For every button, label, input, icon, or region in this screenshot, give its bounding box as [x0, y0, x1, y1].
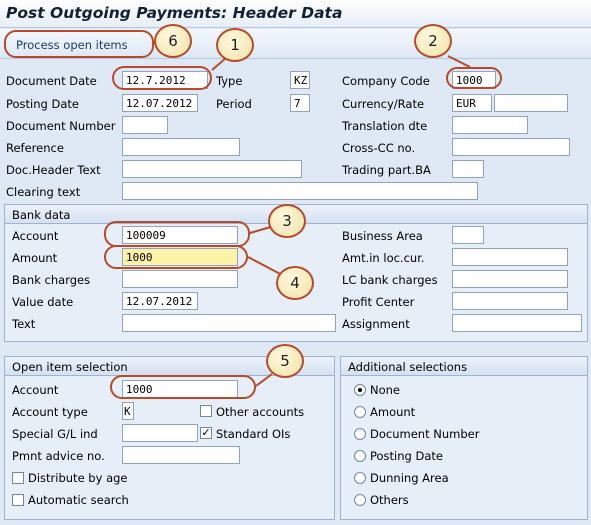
title-bar: Post Outgoing Payments: Header Data — [0, 0, 591, 28]
amt-local-label: Amt.in loc.cur. — [342, 251, 425, 265]
cross-cc-field[interactable] — [452, 138, 570, 156]
account-type-label: Account type — [12, 405, 88, 419]
callout-4: 4 — [276, 266, 314, 300]
trading-part-field[interactable] — [452, 160, 484, 178]
annotation-ring-open-item-account — [110, 375, 256, 399]
period-field[interactable]: 7 — [290, 94, 310, 112]
business-area-label: Business Area — [342, 229, 423, 243]
doc-header-text-label: Doc.Header Text — [6, 163, 101, 177]
callout-5: 5 — [266, 344, 304, 378]
radio-document-number-label: Document Number — [370, 427, 480, 441]
other-accounts-checkbox[interactable] — [200, 405, 212, 417]
other-accounts-label: Other accounts — [216, 405, 305, 419]
radio-posting-date[interactable] — [354, 450, 366, 462]
special-gl-field[interactable] — [122, 424, 198, 442]
amount-label: Amount — [12, 251, 58, 265]
annotation-ring-company-code — [446, 67, 502, 89]
radio-amount[interactable] — [354, 406, 366, 418]
translation-date-label: Translation dte — [342, 119, 428, 133]
callout-6: 6 — [154, 24, 192, 58]
type-label: Type — [216, 74, 243, 88]
clearing-text-label: Clearing text — [6, 185, 81, 199]
account-type-field[interactable]: K — [122, 402, 134, 420]
posting-date-field[interactable]: 12.07.2012 — [122, 94, 198, 112]
profit-center-label: Profit Center — [342, 295, 415, 309]
exchange-rate-field[interactable] — [494, 94, 568, 112]
document-number-field[interactable] — [122, 116, 168, 134]
company-code-label: Company Code — [342, 74, 430, 88]
open-item-account-label: Account — [12, 383, 59, 397]
cross-cc-label: Cross-CC no. — [342, 141, 416, 155]
annotation-ring-process-open-items — [4, 30, 154, 58]
standard-ois-label: Standard OIs — [216, 427, 291, 441]
translation-date-field[interactable] — [452, 116, 528, 134]
trading-part-label: Trading part.BA — [342, 163, 431, 177]
bank-charges-label: Bank charges — [12, 273, 91, 287]
text-field[interactable] — [122, 314, 336, 332]
radio-dunning-area-label: Dunning Area — [370, 471, 449, 485]
document-number-label: Document Number — [6, 119, 116, 133]
document-type-field[interactable]: KZ — [290, 71, 310, 89]
assignment-field[interactable] — [452, 314, 582, 332]
radio-none-label: None — [370, 383, 401, 397]
radio-dunning-area[interactable] — [354, 472, 366, 484]
radio-others-label: Others — [370, 493, 409, 507]
currency-rate-label: Currency/Rate — [342, 97, 425, 111]
bank-account-label: Account — [12, 229, 59, 243]
document-date-label: Document Date — [6, 74, 97, 88]
bank-charges-field[interactable] — [122, 270, 238, 288]
callout-3: 3 — [268, 204, 306, 238]
annotation-ring-document-date — [112, 66, 212, 90]
profit-center-field[interactable] — [452, 292, 568, 310]
currency-field[interactable]: EUR — [452, 94, 492, 112]
annotation-ring-bank-account — [104, 221, 250, 247]
bank-data-title: Bank data — [12, 208, 71, 222]
reference-field[interactable] — [122, 138, 240, 156]
page-title: Post Outgoing Payments: Header Data — [6, 4, 343, 22]
additional-selections-title: Additional selections — [348, 360, 468, 374]
open-item-selection-title: Open item selection — [12, 360, 128, 374]
callout-2: 2 — [414, 24, 452, 58]
distribute-by-age-label: Distribute by age — [28, 471, 128, 485]
standard-ois-checkbox[interactable]: ✓ — [200, 427, 212, 439]
distribute-by-age-checkbox[interactable] — [12, 472, 24, 484]
value-date-field[interactable]: 12.07.2012 — [122, 292, 198, 310]
radio-amount-label: Amount — [370, 405, 416, 419]
clearing-text-field[interactable] — [122, 182, 478, 200]
value-date-label: Value date — [12, 295, 74, 309]
radio-none[interactable] — [354, 384, 366, 396]
text-label: Text — [12, 317, 36, 331]
doc-header-text-field[interactable] — [122, 160, 302, 178]
annotation-ring-amount — [104, 245, 248, 269]
lc-bank-charges-field[interactable] — [452, 270, 568, 288]
special-gl-label: Special G/L ind — [12, 427, 98, 441]
callout-1: 1 — [216, 28, 254, 62]
assignment-label: Assignment — [342, 317, 410, 331]
automatic-search-label: Automatic search — [28, 493, 129, 507]
pmnt-advice-field[interactable] — [122, 446, 240, 464]
radio-others[interactable] — [354, 494, 366, 506]
automatic-search-checkbox[interactable] — [12, 494, 24, 506]
amt-local-field[interactable] — [452, 248, 568, 266]
period-label: Period — [216, 97, 252, 111]
radio-document-number[interactable] — [354, 428, 366, 440]
radio-posting-date-label: Posting Date — [370, 449, 443, 463]
reference-label: Reference — [6, 141, 64, 155]
business-area-field[interactable] — [452, 226, 484, 244]
pmnt-advice-label: Pmnt advice no. — [12, 449, 105, 463]
lc-bank-charges-label: LC bank charges — [342, 273, 438, 287]
posting-date-label: Posting Date — [6, 97, 79, 111]
